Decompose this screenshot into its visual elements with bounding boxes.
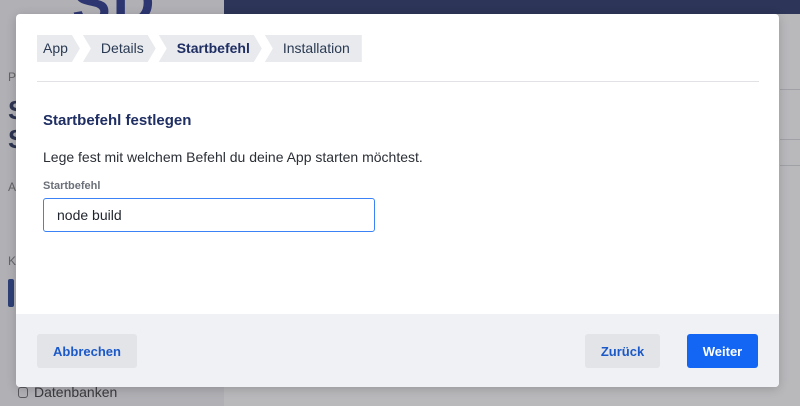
start-command-dialog: App Details Startbefehl Installation Sta…	[16, 14, 779, 387]
dialog-description: Lege fest mit welchem Befehl du deine Ap…	[43, 149, 423, 165]
back-button[interactable]: Zurück	[585, 334, 660, 368]
start-command-label: Startbefehl	[43, 180, 101, 192]
dialog-title: Startbefehl festlegen	[43, 112, 192, 129]
dialog-footer: Abbrechen Zurück Weiter	[16, 314, 779, 387]
next-button[interactable]: Weiter	[687, 334, 758, 368]
wizard-breadcrumb: App Details Startbefehl Installation	[37, 35, 365, 62]
breadcrumb-step-startbefehl[interactable]: Startbefehl	[159, 35, 262, 62]
start-command-input[interactable]	[43, 198, 375, 232]
header-divider	[37, 81, 759, 82]
breadcrumb-step-installation[interactable]: Installation	[264, 35, 362, 62]
cancel-button[interactable]: Abbrechen	[37, 334, 137, 368]
breadcrumb-step-app[interactable]: App	[37, 35, 80, 62]
breadcrumb-step-details[interactable]: Details	[83, 35, 156, 62]
screen: SD P S S A K Datenbanken App Details Sta…	[0, 0, 800, 406]
